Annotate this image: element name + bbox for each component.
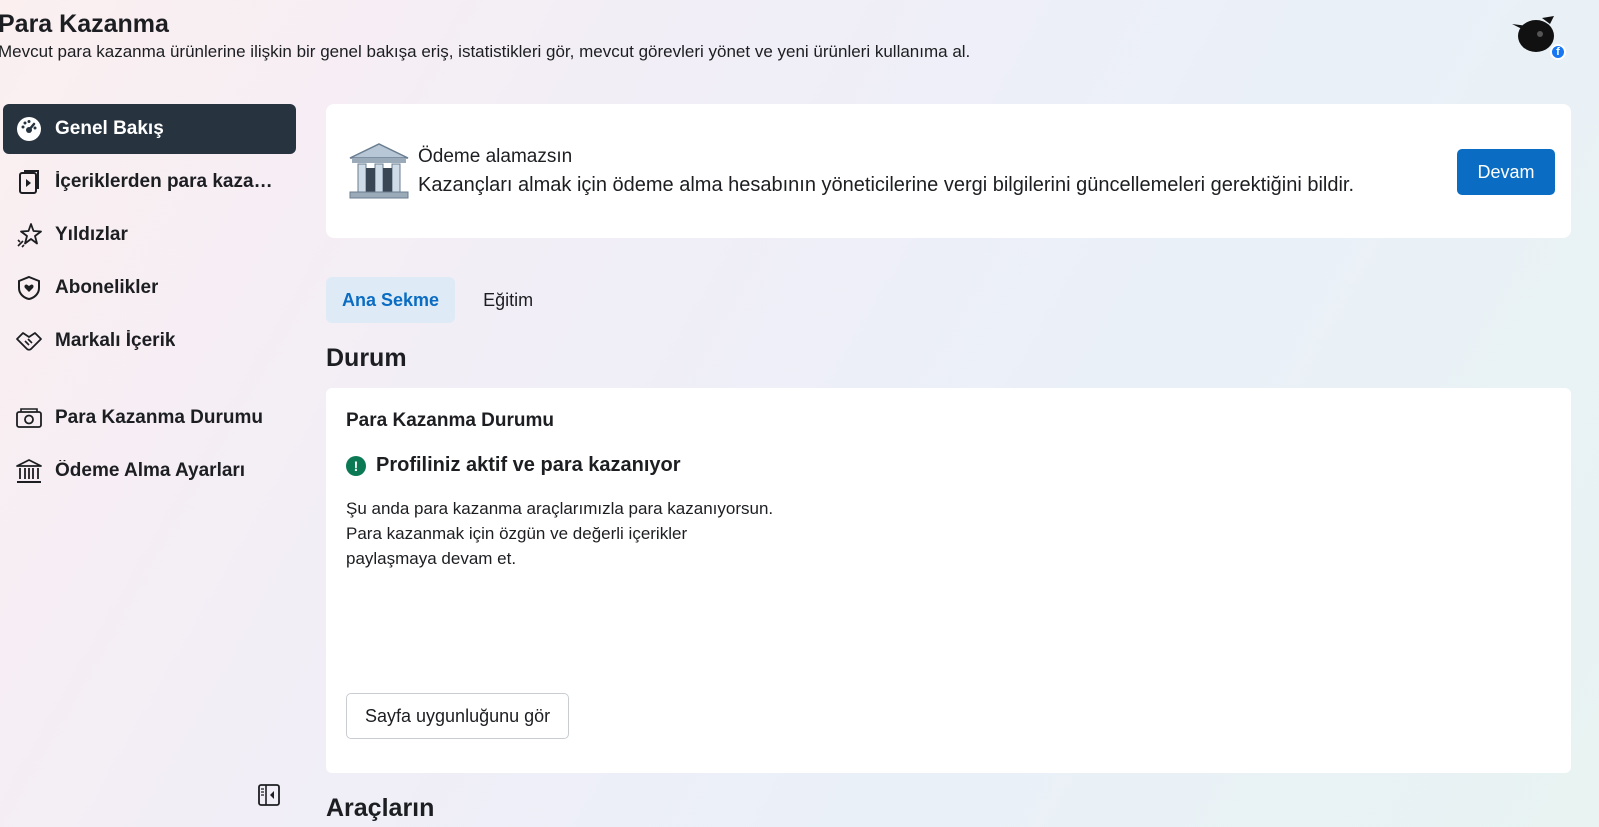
sidebar-item-label: Para Kazanma Durumu [55,407,264,428]
bank-building-icon [349,143,409,199]
sidebar-item-overview[interactable]: Genel Bakış [3,104,296,154]
sidebar-item-label: Genel Bakış [55,118,164,139]
sidebar: Genel Bakış İçeriklerden para kazan... Y… [3,104,296,499]
sidebar-item-label: Markalı İçerik [55,330,176,351]
status-indicator: ! Profiliniz aktif ve para kazanıyor [346,454,681,477]
sidebar-item-content-monetization[interactable]: İçeriklerden para kazan... [3,157,296,207]
view-eligibility-button[interactable]: Sayfa uygunluğunu gör [346,693,570,739]
sidebar-item-label: Ödeme Alma Ayarları [55,460,246,481]
alert-title: Ödeme alamazsın [418,145,573,167]
collapse-sidebar-button[interactable] [256,782,282,808]
tab-main[interactable]: Ana Sekme [326,277,456,323]
subscription-icon [15,274,43,302]
tab-education[interactable]: Eğitim [467,277,549,323]
tab-bar: Ana Sekme Eğitim [326,277,561,323]
page-subtitle: Mevcut para kazanma ürünlerine ilişkin b… [0,42,971,61]
continue-button[interactable]: Devam [1457,149,1555,195]
facebook-badge-icon: f [1550,44,1566,60]
sidebar-toggle-icon [258,784,280,806]
handshake-icon [15,327,43,355]
tools-section-title: Araçların [326,794,435,822]
sidebar-item-branded-content[interactable]: Markalı İçerik [3,316,296,366]
sidebar-item-stars[interactable]: Yıldızlar [3,210,296,260]
sidebar-item-monetization-status[interactable]: Para Kazanma Durumu [3,393,296,443]
stars-icon [15,221,43,249]
sidebar-item-label: Abonelikler [55,277,159,298]
avatar[interactable]: f [1510,14,1566,60]
sidebar-item-label: Yıldızlar [55,224,128,245]
status-description: Şu anda para kazanma araçlarımızla para … [346,499,774,568]
sidebar-item-label: İçeriklerden para kazan... [55,171,280,192]
money-camera-icon [15,404,43,432]
sidebar-item-subscriptions[interactable]: Abonelikler [3,263,296,313]
status-text: Profiliniz aktif ve para kazanıyor [376,454,681,476]
page-title: Para Kazanma [0,10,169,38]
status-card-title: Para Kazanma Durumu [346,410,555,431]
status-section-title: Durum [326,344,407,372]
alert-body: Kazançları almak için ödeme alma hesabın… [418,173,1355,196]
exclamation-icon: ! [346,455,366,476]
bank-icon [15,457,43,485]
dashboard-icon [15,115,43,143]
sidebar-item-payout-settings[interactable]: Ödeme Alma Ayarları [3,446,296,496]
monetization-status-card: Para Kazanma Durumu ! Profiliniz aktif v… [326,388,1571,773]
video-content-icon [15,168,43,196]
payout-alert-card: Ödeme alamazsın Kazançları almak için öd… [326,104,1571,238]
